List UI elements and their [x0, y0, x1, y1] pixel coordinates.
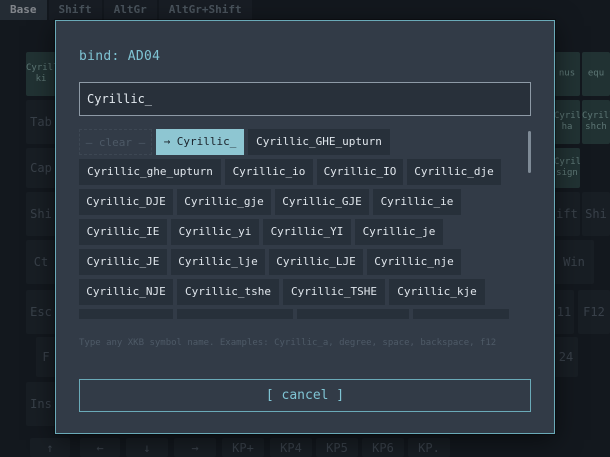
symbol-chip[interactable]: Cyrillic_nje	[367, 249, 461, 275]
symbol-chip[interactable]: Cyrillic_GJE	[275, 189, 369, 215]
bind-dialog: bind: AD04 — clear — → Cyrillic_ Cyrilli…	[55, 20, 555, 434]
symbol-chip[interactable]: Cyrillic_yi	[171, 219, 259, 245]
symbol-chip[interactable]: Cyrillic_tshe	[177, 279, 279, 305]
symbol-chip[interactable]: Cyrillic_GHE_upturn	[248, 129, 390, 155]
symbol-chip[interactable]: Cyrillic_ghe_upturn	[79, 159, 221, 185]
symbol-chip[interactable]: Cyrillic_dje	[407, 159, 501, 185]
symbol-chip-partial[interactable]	[79, 309, 173, 319]
symbol-list-scrollbar[interactable]	[528, 131, 531, 173]
symbol-list: — clear — → Cyrillic_ Cyrillic_GHE_uptur…	[79, 129, 529, 319]
symbol-chip[interactable]: Cyrillic_lje	[171, 249, 265, 275]
symbol-chip[interactable]: Cyrillic_IE	[79, 219, 167, 245]
symbol-chip[interactable]: Cyrillic_je	[355, 219, 443, 245]
symbol-chip[interactable]: Cyrillic_io	[225, 159, 313, 185]
symbol-chip[interactable]: Cyrillic_LJE	[269, 249, 363, 275]
clear-binding-chip[interactable]: — clear —	[79, 129, 152, 155]
symbol-chip[interactable]: Cyrillic_ie	[373, 189, 461, 215]
symbol-chip[interactable]: Cyrillic_gje	[177, 189, 271, 215]
symbol-chip[interactable]: Cyrillic_NJE	[79, 279, 173, 305]
symbol-chip[interactable]: Cyrillic_TSHE	[283, 279, 385, 305]
symbol-chip[interactable]: Cyrillic_IO	[317, 159, 403, 185]
hint-text: Type any XKB symbol name. Examples: Cyri…	[79, 338, 497, 348]
symbol-chip-selected[interactable]: → Cyrillic_	[156, 129, 244, 155]
symbol-chip[interactable]: Cyrillic_kje	[389, 279, 485, 305]
symbol-chip[interactable]: Cyrillic_JE	[79, 249, 167, 275]
symbol-search-input[interactable]	[79, 82, 531, 116]
symbol-chip-partial[interactable]	[413, 309, 509, 319]
symbol-chip-partial[interactable]	[297, 309, 409, 319]
symbol-chip-partial[interactable]	[177, 309, 293, 319]
dialog-title: bind: AD04	[79, 49, 161, 64]
symbol-chip[interactable]: Cyrillic_DJE	[79, 189, 173, 215]
symbol-chip[interactable]: Cyrillic_YI	[263, 219, 351, 245]
cancel-button[interactable]: [ cancel ]	[79, 379, 531, 412]
